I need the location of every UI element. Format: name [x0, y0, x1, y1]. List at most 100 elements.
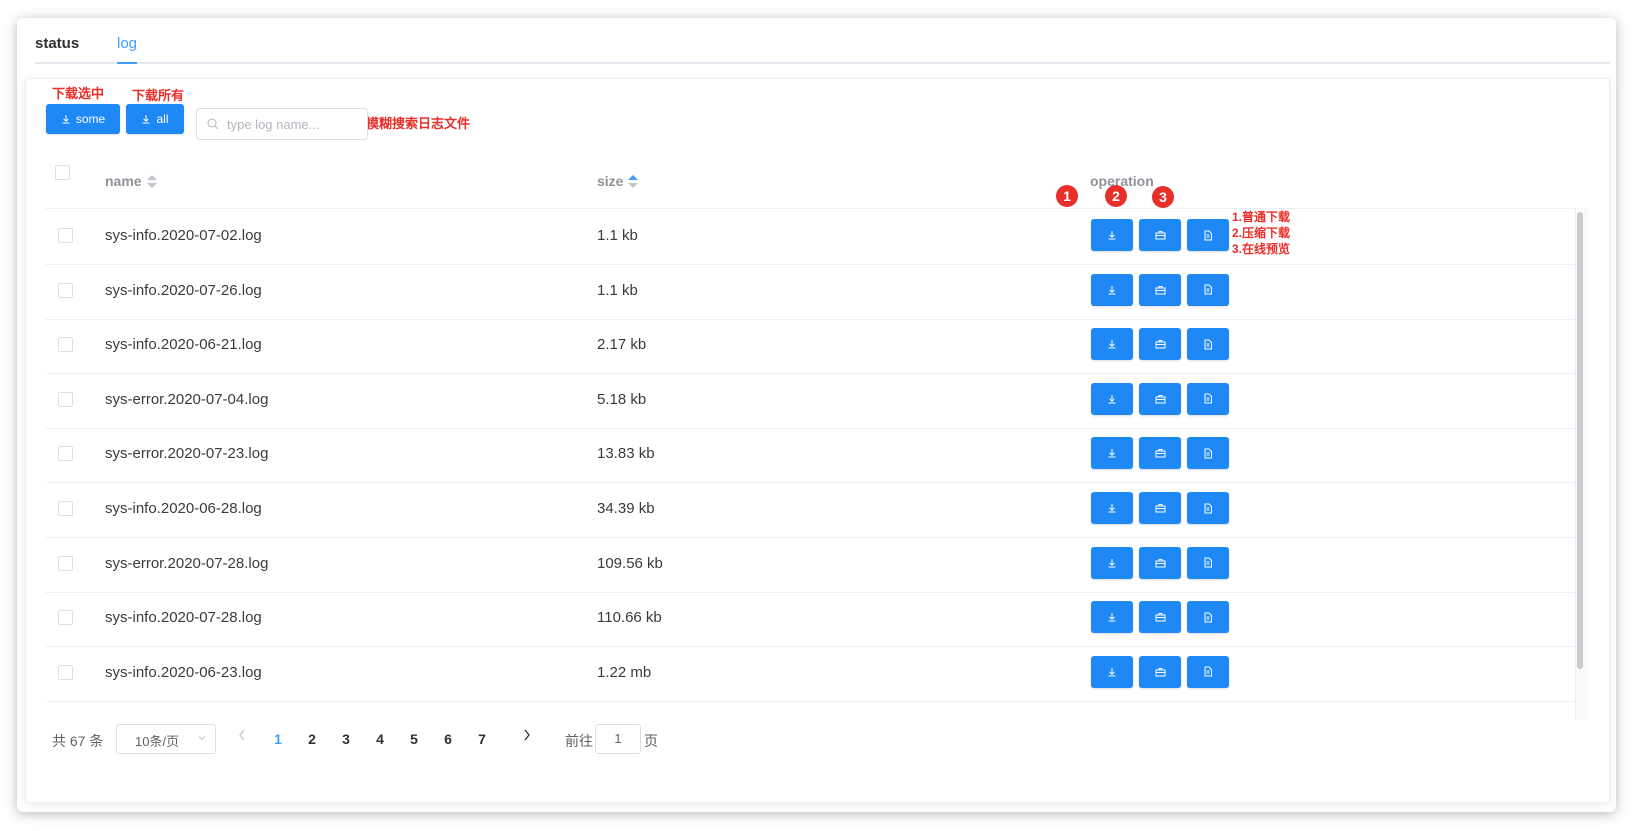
- document-icon: [1203, 393, 1213, 404]
- file-name: sys-error.2020-07-04.log: [105, 390, 269, 408]
- search-input[interactable]: [225, 109, 364, 139]
- preview-button[interactable]: [1187, 655, 1229, 688]
- annotation-download-selected: 下载选中: [46, 82, 111, 103]
- row-checkbox[interactable]: [58, 282, 73, 298]
- download-icon: [1107, 558, 1117, 568]
- zip-download-button[interactable]: [1139, 437, 1181, 470]
- file-name: sys-error.2020-07-23.log: [105, 445, 269, 463]
- table-row: sys-error.2020-07-04.log 5.18 kb: [46, 372, 1576, 429]
- download-button[interactable]: [1091, 492, 1133, 524]
- preview-button[interactable]: [1187, 328, 1229, 361]
- zip-download-button[interactable]: [1139, 273, 1181, 306]
- preview-button[interactable]: [1187, 273, 1229, 306]
- page-unit-label: 页: [644, 733, 658, 749]
- prev-page-button[interactable]: [237, 728, 247, 747]
- preview-button[interactable]: [1187, 546, 1229, 579]
- file-name: sys-info.2020-06-28.log: [105, 500, 262, 517]
- file-size: 110.66 kb: [597, 609, 662, 627]
- log-search-field[interactable]: [196, 108, 368, 140]
- zip-download-button[interactable]: [1139, 492, 1181, 524]
- sort-caret-icon[interactable]: [146, 175, 157, 189]
- page-number[interactable]: 7: [475, 731, 489, 747]
- page-number[interactable]: 4: [373, 731, 387, 747]
- zip-download-button[interactable]: [1139, 328, 1181, 361]
- active-tab-indicator: [117, 62, 137, 64]
- annotation-badge-2: 2: [1105, 185, 1127, 207]
- page-number[interactable]: 1: [271, 731, 285, 747]
- column-header-size[interactable]: size: [597, 173, 639, 189]
- table-row: sys-info.2020-07-26.log 1.1 kb: [46, 263, 1576, 320]
- row-checkbox[interactable]: [58, 446, 73, 462]
- zip-download-button[interactable]: [1139, 219, 1181, 251]
- goto-label: 前往: [565, 733, 593, 749]
- row-checkbox[interactable]: [58, 228, 73, 243]
- select-all-checkbox[interactable]: [55, 165, 70, 180]
- briefcase-icon: [1155, 503, 1166, 513]
- download-all-button[interactable]: all: [126, 104, 184, 134]
- row-checkbox[interactable]: [58, 501, 73, 516]
- search-icon: [207, 117, 219, 135]
- file-name: sys-info.2020-06-21.log: [105, 336, 262, 354]
- annotation-badge-1: 1: [1056, 185, 1078, 207]
- download-icon: [1107, 394, 1117, 404]
- table-row: sys-info.2020-06-21.log 2.17 kb: [46, 317, 1576, 375]
- row-checkbox[interactable]: [58, 391, 73, 407]
- preview-button[interactable]: [1187, 437, 1229, 470]
- download-button[interactable]: [1091, 601, 1133, 634]
- download-button[interactable]: [1091, 655, 1133, 688]
- page-size-value: 10条/页: [135, 734, 180, 749]
- next-page-button[interactable]: [522, 728, 532, 747]
- column-header-name[interactable]: name: [105, 173, 157, 189]
- tab-bar: status log: [35, 30, 1610, 64]
- file-name: sys-info.2020-06-23.log: [105, 663, 262, 681]
- table-row: sys-error.2020-07-28.log 109.56 kb: [46, 536, 1576, 593]
- page-number[interactable]: 6: [441, 731, 455, 747]
- goto-page-input[interactable]: 1: [595, 724, 641, 754]
- annotation-fuzzy-search: 模糊搜索日志文件: [360, 110, 477, 135]
- file-name: sys-info.2020-07-28.log: [105, 609, 262, 627]
- document-icon: [1203, 666, 1213, 677]
- sort-caret-icon[interactable]: [628, 175, 639, 189]
- page-number[interactable]: 2: [305, 731, 319, 747]
- file-name: sys-error.2020-07-28.log: [105, 554, 269, 572]
- zip-download-button[interactable]: [1139, 546, 1181, 579]
- download-button[interactable]: [1091, 328, 1133, 361]
- preview-button[interactable]: [1187, 219, 1229, 251]
- row-checkbox[interactable]: [58, 555, 73, 571]
- zip-download-button[interactable]: [1139, 655, 1181, 688]
- preview-button[interactable]: [1187, 382, 1229, 415]
- page-number[interactable]: 3: [339, 731, 353, 747]
- download-button[interactable]: [1091, 437, 1133, 470]
- row-checkbox[interactable]: [58, 610, 73, 626]
- document-icon: [1203, 612, 1213, 623]
- file-size: 1.1 kb: [597, 281, 638, 299]
- preview-button[interactable]: [1187, 492, 1229, 524]
- download-button[interactable]: [1091, 219, 1133, 251]
- file-size: 109.56 kb: [597, 554, 663, 572]
- briefcase-icon: [1155, 394, 1166, 404]
- download-button[interactable]: [1091, 273, 1133, 306]
- file-size: 1.22 mb: [597, 663, 652, 681]
- legend-line-2: 2.压缩下载: [1232, 226, 1291, 240]
- download-some-button[interactable]: some: [46, 104, 120, 134]
- file-name: sys-info.2020-07-02.log: [105, 227, 262, 244]
- zip-download-button[interactable]: [1139, 601, 1181, 634]
- table-row: sys-info.2020-06-28.log 34.39 kb: [46, 481, 1576, 538]
- briefcase-icon: [1155, 558, 1166, 568]
- download-button[interactable]: [1091, 546, 1133, 579]
- briefcase-icon: [1155, 339, 1166, 349]
- table-row: sys-info.2020-07-02.log 1.1 kb: [46, 208, 1576, 265]
- tab-status[interactable]: status: [35, 35, 79, 52]
- preview-button[interactable]: [1187, 601, 1229, 634]
- file-size: 5.18 kb: [597, 390, 647, 408]
- tab-log[interactable]: log: [117, 35, 137, 52]
- row-checkbox[interactable]: [58, 664, 73, 680]
- row-checkbox[interactable]: [58, 337, 73, 353]
- zip-download-button[interactable]: [1139, 382, 1181, 415]
- page-number[interactable]: 5: [407, 731, 421, 747]
- table-scrollbar-thumb[interactable]: [1577, 212, 1583, 669]
- document-icon: [1203, 557, 1213, 568]
- briefcase-icon: [1155, 448, 1166, 458]
- download-button[interactable]: [1091, 382, 1133, 415]
- page-size-select[interactable]: 10条/页: [116, 724, 216, 754]
